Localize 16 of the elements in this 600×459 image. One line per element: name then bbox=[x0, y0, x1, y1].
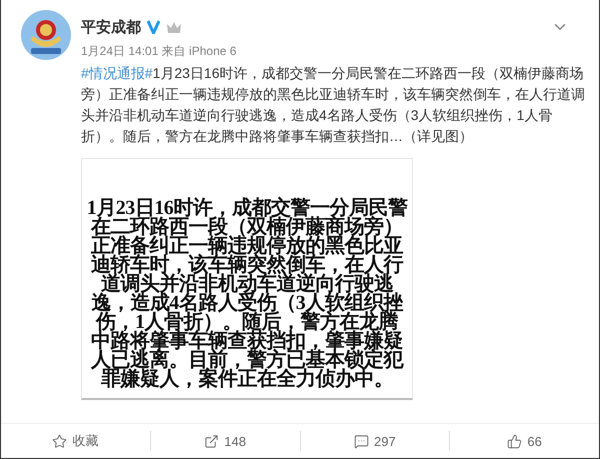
post-text: #情况通报#1月23日16时许，成都交警一分局民警在二环路西一段（双楠伊藤商场旁）正准备纠正一辆违规停放的黑色比亚迪轿车时，该车辆突然倒车，在人行道调头并沿非机动车道逆向行驶逃逸，造成4名路人受伤（3人软组织挫伤，1人骨折）。随后，警方在龙腾中路将肇事车辆查获挡扣…（详见图） bbox=[81, 64, 586, 146]
avatar-badge-icon[interactable] bbox=[21, 10, 71, 60]
share-icon bbox=[204, 434, 220, 448]
thumbs-up-icon bbox=[507, 434, 522, 448]
account-name[interactable]: 平安成都 bbox=[81, 18, 141, 36]
comment-button[interactable]: 297 bbox=[300, 431, 450, 451]
like-button[interactable]: 66 bbox=[449, 431, 599, 451]
repost-button[interactable]: 148 bbox=[150, 431, 300, 451]
star-icon bbox=[52, 434, 68, 448]
image-text-line: 逸，造成4名路人受伤（3人软组织挫 bbox=[91, 294, 403, 313]
image-text-line: 道调头并沿非机动车道逆向行驶逃 bbox=[100, 275, 394, 294]
comment-icon bbox=[354, 434, 370, 448]
post-time: 1月24日 14:01 来自 iPhone 6 bbox=[81, 43, 238, 60]
text-image[interactable]: 1月23日16时许，成都交警一分局民警 在二环路西一段（双楠伊藤商场旁） 正准备纠正一辆违规停放的黑色比亚 迪轿车时，该车辆突然倒车，在人行 道调头并沿非机动车道逆向行驶逃 逸，造成4名路人受伤（3人软组织挫 伤，1人骨折）。随后，警方在龙腾 中路将肇事车辆查获挡扣，肇事嫌疑 人已逃离。目前，警方已基本锁定犯 罪嫌疑人，案件正在全力侦办中。 bbox=[81, 158, 413, 400]
favorite-button[interactable]: 收藏 bbox=[1, 431, 150, 451]
hashtag-link[interactable]: #情况通报# bbox=[81, 65, 153, 81]
